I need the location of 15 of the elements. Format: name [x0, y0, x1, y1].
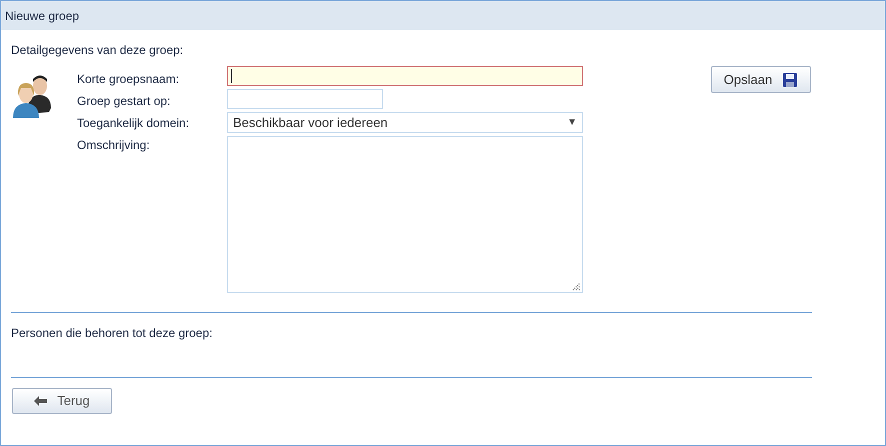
field-label: Korte groepsnaam:: [77, 71, 180, 88]
left-arrow-icon: [34, 396, 48, 406]
text-field[interactable]: [227, 66, 583, 86]
field-label: Groep gestart op:: [77, 93, 172, 110]
field-label: Toegankelijk domein:: [77, 115, 190, 132]
title-bar: Nieuwe groep: [1, 1, 885, 30]
save-button[interactable]: Opslaan: [711, 66, 811, 93]
section-heading: Detailgegevens van deze groep:: [11, 42, 184, 59]
section-heading: Personen die behoren tot deze groep:: [11, 325, 214, 342]
people-icon: [11, 74, 53, 120]
resize-grip-icon: [572, 282, 581, 291]
field-label: Omschrijving:: [77, 137, 151, 154]
description-textarea[interactable]: [227, 136, 583, 293]
dropdown[interactable]: Beschikbaar voor iedereen ▼: [227, 112, 583, 133]
back-button[interactable]: Terug: [12, 388, 112, 414]
